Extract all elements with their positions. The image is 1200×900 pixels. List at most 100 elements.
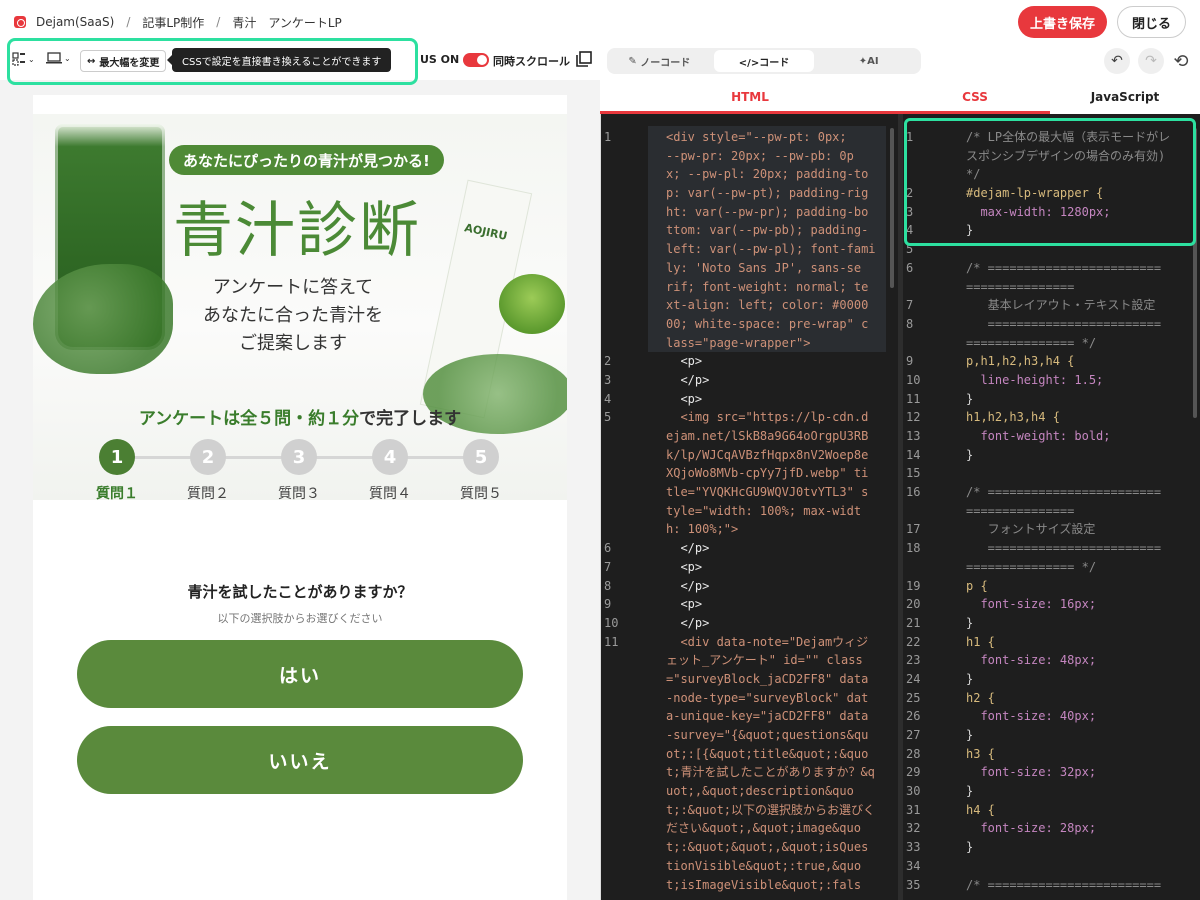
code-line: tyle="width: 100%; max-widt — [604, 502, 894, 521]
code-text: <p> — [666, 597, 703, 612]
mode-tab-label: AI — [867, 55, 879, 67]
line-number: 2 — [604, 354, 612, 369]
code-text: h4 { — [966, 802, 995, 817]
code-text: </p> — [666, 541, 710, 556]
code-line: 14} — [906, 446, 1196, 465]
header-actions: 上書き保存 閉じる — [1017, 6, 1186, 38]
code-text: <p> — [666, 559, 703, 574]
code-text: </p> — [666, 615, 710, 630]
step-circle: 2 — [190, 439, 226, 475]
code-line: x; --pw-pl: 20px; padding-to — [604, 165, 894, 184]
breadcrumb-item-page: 青汁 アンケートLP — [232, 15, 342, 30]
code-text: font-size: 48px; — [966, 653, 1097, 668]
code-line: 7 基本レイアウト・テキスト設定 — [906, 296, 1196, 315]
code-line: 11} — [906, 390, 1196, 409]
answer-no-button[interactable]: いいえ — [77, 726, 523, 794]
breadcrumb-item-workspace[interactable]: Dejam(SaaS) — [36, 15, 114, 29]
html-code-editor[interactable]: 1 <div style="--pw-pt: 0px; --pw-pr: 20px;… — [604, 128, 894, 894]
code-text: } — [966, 447, 974, 462]
redo-button[interactable]: ↷ — [1138, 48, 1164, 74]
line-number: 14 — [906, 447, 921, 462]
code-line: 25 h2 { — [906, 689, 1196, 708]
close-button[interactable]: 閉じる — [1116, 6, 1186, 38]
code-text: /* ======================== — [966, 877, 1162, 892]
hero-subtitle-text: アンケートに答えて あなたに合った青汁を ご提案します — [203, 277, 383, 354]
undo-button[interactable]: ↶ — [1104, 48, 1130, 74]
tab-html[interactable]: HTML — [600, 82, 900, 114]
step-label: 質問３ — [278, 486, 320, 502]
line-number: 8 — [906, 316, 914, 331]
code-line: 5 <img src="https://lp-cdn.d — [604, 408, 894, 427]
breadcrumb-separator: / — [216, 15, 221, 29]
survey-note-rest: で完了します — [359, 409, 462, 429]
code-text: rif; font-weight: normal; te — [666, 279, 869, 294]
code-text: 基本レイアウト・テキスト設定 — [966, 298, 1156, 313]
code-line: uot;,&quot;description&quo — [604, 782, 894, 801]
line-number: 10 — [604, 615, 619, 630]
code-text: /* ======================== — [966, 485, 1162, 500]
code-text: フォントサイズ設定 — [966, 522, 1096, 537]
code-text: ="surveyBlock_jaCD2FF8" data — [666, 671, 869, 686]
code-text: font-size: 32px; — [966, 765, 1097, 780]
tab-css[interactable]: CSS — [900, 82, 1050, 114]
code-line: 2 <p> — [604, 352, 894, 371]
code-line: 10 line-height: 1.5; — [906, 371, 1196, 390]
code-line: -node-type="surveyBlock" dat — [604, 689, 894, 708]
leaves-image — [33, 264, 173, 374]
code-text: } — [966, 840, 974, 855]
code-line: 11 <div data-note="Dejamウィジ — [604, 633, 894, 652]
editor-divider[interactable] — [898, 114, 903, 900]
line-number: 7 — [604, 559, 612, 574]
line-number: 30 — [906, 784, 921, 799]
line-number: 13 — [906, 429, 921, 443]
code-line: =============== — [906, 278, 1196, 297]
breadcrumb-item-project[interactable]: 記事LP制作 — [142, 14, 204, 31]
code-line: t;isImageVisible&quot;:fals — [604, 876, 894, 895]
mode-tab-label: ノーコード — [640, 57, 691, 69]
pencil-icon: ✎ — [628, 55, 637, 67]
code-text: XQjoWo8MVb-cpYy7jfD.webp" ti — [666, 466, 869, 481]
line-number: 10 — [906, 372, 921, 387]
code-line: 21} — [906, 614, 1196, 633]
save-button[interactable]: 上書き保存 — [1017, 6, 1107, 38]
code-text: ======================== — [966, 541, 1162, 556]
language-tabs: HTML CSS JavaScript — [600, 82, 1200, 114]
code-text: =============== — [966, 503, 1075, 518]
code-text: -node-type="surveyBlock" dat — [666, 690, 869, 705]
code-line: k/lp/WJCqAVBzfHqpx8nV2Woep8e — [604, 446, 894, 465]
new-window-icon[interactable] — [576, 51, 592, 67]
code-text: ttom: var(--pw-pb); padding- — [666, 223, 869, 238]
code-text: ェット_アンケート" id="" class — [666, 653, 863, 668]
line-number: 22 — [906, 634, 921, 649]
mode-tab-nocode[interactable]: ✎ ノーコード — [609, 50, 710, 72]
history-button[interactable]: ⟲ — [1168, 48, 1194, 74]
mode-tab-ai[interactable]: ✦ AI — [818, 50, 919, 72]
code-line: ェット_アンケート" id="" class — [604, 651, 894, 670]
mode-tab-code[interactable]: </>コード — [713, 50, 815, 72]
code-line: 10 </p> — [604, 614, 894, 633]
breadcrumb-separator: / — [126, 15, 131, 29]
answer-yes-button[interactable]: はい — [77, 640, 523, 708]
line-number: 12 — [906, 410, 921, 425]
code-text: t;:&quot;&quot;,&quot;isQues — [666, 840, 869, 855]
code-text: </p> — [666, 578, 710, 593]
line-number: 3 — [604, 372, 612, 387]
code-text: tionVisible&quot;:true,&quo — [666, 858, 862, 873]
line-number: 33 — [906, 840, 921, 855]
code-text: } — [966, 671, 974, 686]
sync-scroll-label: 同時スクロール — [493, 55, 570, 68]
line-number: 4 — [604, 391, 612, 406]
code-text: uot;,&quot;description&quo — [666, 784, 854, 799]
line-number: 11 — [604, 634, 619, 649]
code-text: ot;:[{&quot;title&quot;:&quo — [666, 746, 869, 761]
hero-badge: あなたにぴったりの青汁が見つかる! — [169, 145, 444, 175]
code-line: 31 h4 { — [906, 801, 1196, 820]
step-circle: 1 — [99, 439, 135, 475]
code-text: p,h1,h2,h3,h4 { — [966, 354, 1075, 369]
sync-scroll-toggle[interactable] — [463, 53, 489, 67]
code-text: } — [966, 784, 974, 799]
line-number: 27 — [906, 728, 921, 742]
code-text: font-weight: bold; — [966, 429, 1111, 443]
tab-javascript[interactable]: JavaScript — [1050, 82, 1200, 114]
code-line: 34 — [906, 857, 1196, 876]
